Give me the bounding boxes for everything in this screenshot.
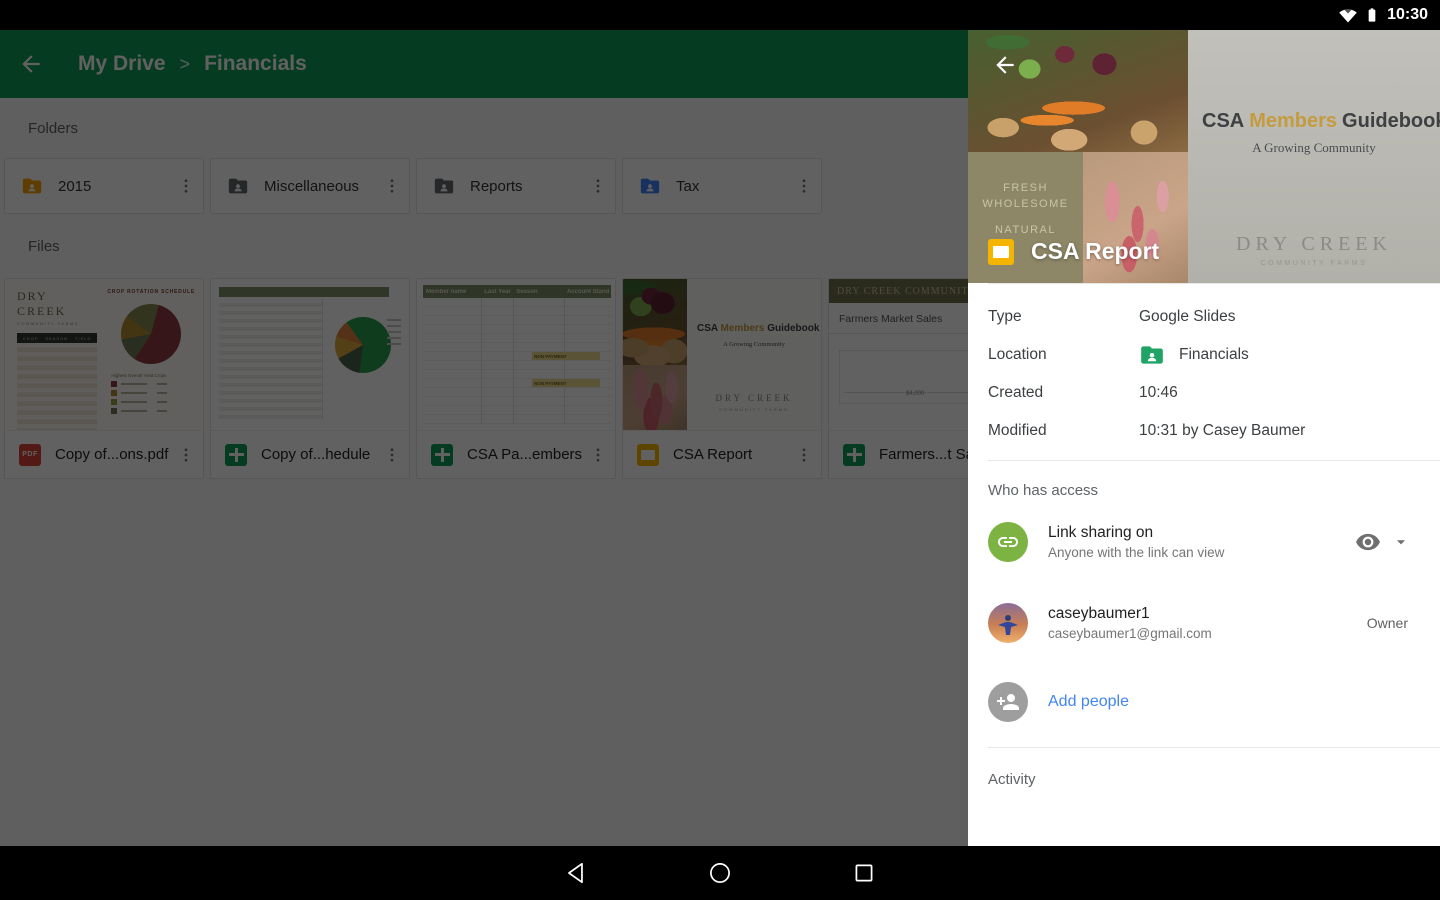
- owner-email: caseybaumer1@gmail.com: [1048, 626, 1212, 641]
- sharing-section: Who has access Link sharing on Anyone wi…: [968, 482, 1440, 722]
- owner-role-badge: Owner: [1367, 615, 1408, 631]
- slide-subtitle: A Growing Community: [1188, 140, 1440, 156]
- who-has-access-heading: Who has access: [988, 482, 1408, 499]
- nav-recents-button[interactable]: [851, 860, 877, 886]
- photo-word: NATURAL: [968, 222, 1083, 238]
- nav-back-button[interactable]: [563, 860, 589, 886]
- slide-brand: DRY CREEK: [1188, 233, 1440, 256]
- owner-row[interactable]: caseybaumer1 caseybaumer1@gmail.com Owne…: [988, 603, 1408, 643]
- meta-label: Location: [988, 346, 1139, 364]
- shared-folder-icon: [1139, 342, 1165, 368]
- link-sharing-subtitle: Anyone with the link can view: [1048, 545, 1224, 560]
- person-add-icon: [996, 690, 1020, 714]
- meta-value: 10:46: [1139, 384, 1178, 402]
- android-nav-bar: [0, 846, 1440, 900]
- owner-name: caseybaumer1: [1048, 605, 1212, 623]
- battery-icon: [1364, 6, 1380, 24]
- link-sharing-title: Link sharing on: [1048, 524, 1224, 542]
- activity-heading: Activity: [968, 748, 1440, 788]
- status-bar: 10:30: [0, 0, 1440, 30]
- link-sharing-row[interactable]: Link sharing on Anyone with the link can…: [988, 522, 1408, 562]
- meta-label: Modified: [988, 422, 1139, 440]
- file-details-panel: FRESH WHOLESOME NATURAL CSAMembersGuideb…: [968, 30, 1440, 846]
- metadata-section: TypeGoogle Slides Location Financials Cr…: [968, 284, 1440, 460]
- meta-label: Created: [988, 384, 1139, 402]
- slide-brand-sub: COMMUNITY FARMS: [1188, 260, 1440, 267]
- meta-value: Google Slides: [1139, 308, 1236, 326]
- avatar: [988, 603, 1028, 643]
- chevron-down-icon[interactable]: [1394, 535, 1408, 549]
- slide-preview: CSAMembersGuidebook A Growing Community …: [1188, 30, 1440, 283]
- details-header: FRESH WHOLESOME NATURAL CSAMembersGuideb…: [968, 30, 1440, 283]
- file-title: CSA Report: [1031, 238, 1159, 265]
- add-people-button[interactable]: Add people: [1048, 693, 1129, 711]
- nav-home-button[interactable]: [707, 860, 733, 886]
- meta-value: 10:31 by Casey Baumer: [1139, 422, 1305, 440]
- wifi-icon: [1339, 6, 1357, 24]
- meta-value-location[interactable]: Financials: [1179, 346, 1249, 364]
- close-details-back-icon[interactable]: [992, 52, 1018, 78]
- clock: 10:30: [1387, 6, 1428, 24]
- vegetables-photo: [968, 30, 1188, 152]
- link-icon: [996, 530, 1020, 554]
- slides-icon: [988, 239, 1014, 265]
- view-only-eye-icon[interactable]: [1355, 529, 1381, 555]
- add-people-row[interactable]: Add people: [988, 682, 1408, 722]
- photo-word: WHOLESOME: [968, 196, 1083, 212]
- photo-word: FRESH: [968, 180, 1083, 196]
- android-screen: 10:30 My Drive > Financials Folders 2015…: [0, 0, 1440, 900]
- meta-label: Type: [988, 308, 1139, 326]
